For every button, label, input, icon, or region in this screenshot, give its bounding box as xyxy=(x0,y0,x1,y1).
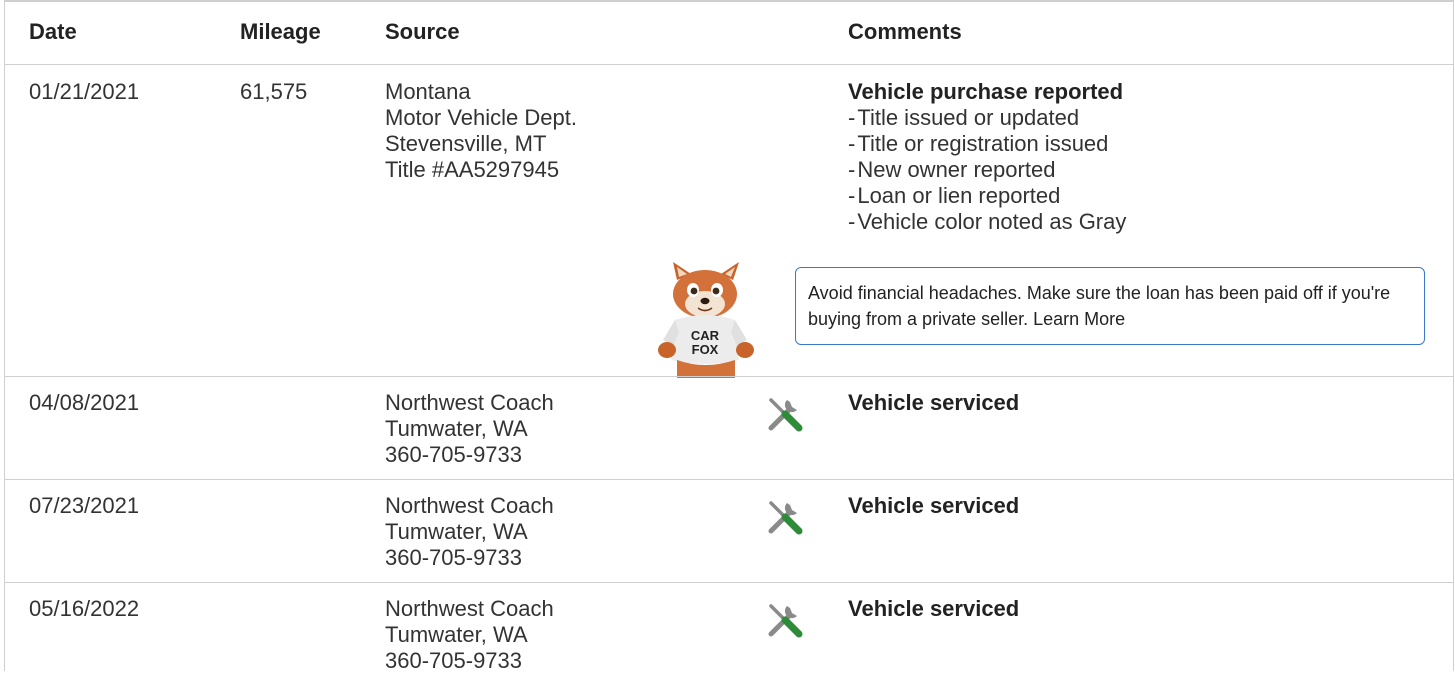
row-source: Montana Motor Vehicle Dept. Stevensville… xyxy=(385,79,577,183)
comment-item: New owner reported xyxy=(848,157,1126,183)
comment-title: Vehicle serviced xyxy=(848,596,1020,621)
table-header: Date Mileage Source Comments xyxy=(5,2,1453,65)
source-line: 360-705-9733 xyxy=(385,648,523,673)
comment-item: Loan or lien reported xyxy=(848,183,1126,209)
source-line: 360-705-9733 xyxy=(385,545,523,570)
header-comments: Comments xyxy=(848,19,962,44)
row-divider xyxy=(5,479,1453,480)
source-line: Northwest Coach xyxy=(385,596,554,621)
comment-title: Vehicle serviced xyxy=(848,493,1020,518)
wrench-screwdriver-icon xyxy=(768,398,803,432)
row-date: 07/23/2021 xyxy=(29,493,140,518)
header-source: Source xyxy=(385,19,460,44)
source-line: Tumwater, WA xyxy=(385,519,528,544)
wrench-screwdriver-icon xyxy=(768,501,803,535)
source-line: 360-705-9733 xyxy=(385,442,523,467)
row-divider xyxy=(5,376,1453,377)
comment-title: Vehicle purchase reported xyxy=(848,79,1124,104)
loan-tip-box: Avoid financial headaches. Make sure the… xyxy=(795,267,1425,345)
row-date: 05/16/2022 xyxy=(29,596,140,621)
source-line: Stevensville, MT xyxy=(385,131,547,156)
row-divider xyxy=(5,582,1453,583)
wrench-screwdriver-icon xyxy=(768,604,803,638)
row-date: 01/21/2021 xyxy=(29,79,140,104)
row-comments: Vehicle purchase reported Title issued o… xyxy=(848,79,1126,235)
row-source: Northwest Coach Tumwater, WA 360-705-973… xyxy=(385,493,554,571)
source-line: Tumwater, WA xyxy=(385,416,528,441)
source-line: Tumwater, WA xyxy=(385,622,528,647)
learn-more-link[interactable]: Learn More xyxy=(1033,309,1125,329)
row-mileage: 61,575 xyxy=(240,79,308,104)
comment-item: Vehicle color noted as Gray xyxy=(848,209,1126,235)
vehicle-history-table: Date Mileage Source Comments 01/21/2021 … xyxy=(4,0,1454,674)
mascot-shirt-text: CAR xyxy=(691,328,720,343)
source-line: Northwest Coach xyxy=(385,493,554,518)
comment-title: Vehicle serviced xyxy=(848,390,1020,415)
source-line: Title #AA5297945 xyxy=(385,157,560,182)
header-date: Date xyxy=(29,19,77,44)
source-line: Motor Vehicle Dept. xyxy=(385,105,577,130)
header-mileage: Mileage xyxy=(240,19,321,44)
source-line: Montana xyxy=(385,79,471,104)
mascot-shirt-text: FOX xyxy=(692,342,719,357)
row-source: Northwest Coach Tumwater, WA 360-705-973… xyxy=(385,596,554,674)
comment-item: Title or registration issued xyxy=(848,131,1126,157)
row-source: Northwest Coach Tumwater, WA 360-705-973… xyxy=(385,390,554,468)
car-fox-mascot-icon: CAR FOX xyxy=(658,262,754,378)
comment-item: Title issued or updated xyxy=(848,105,1126,131)
source-line: Northwest Coach xyxy=(385,390,554,415)
row-date: 04/08/2021 xyxy=(29,390,140,415)
